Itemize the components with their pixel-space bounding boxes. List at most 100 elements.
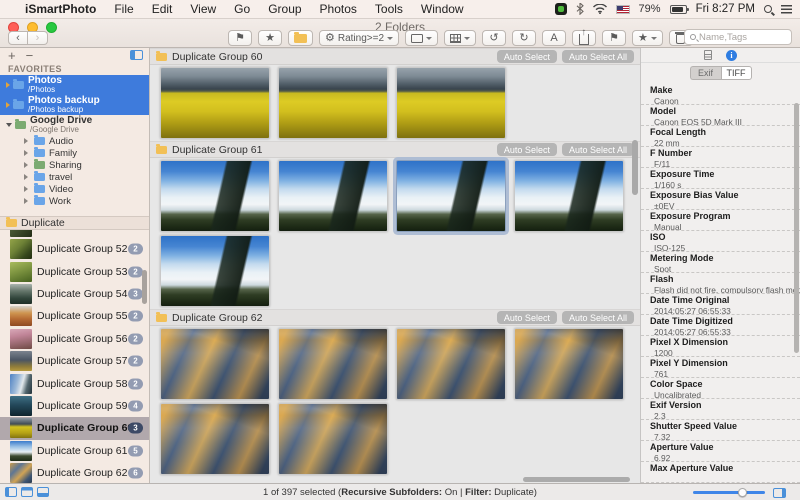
group-thumbnail (10, 463, 32, 483)
back-button[interactable]: ‹ (8, 31, 28, 45)
sidebar-item-family[interactable]: Family (0, 147, 149, 159)
photo-thumbnail[interactable] (514, 160, 624, 232)
toggle-inspector-icon[interactable] (773, 488, 786, 498)
photo-thumbnail[interactable] (396, 160, 506, 232)
document-info-icon[interactable] (704, 50, 712, 60)
duplicate-group-row[interactable]: Duplicate Group 626 (0, 462, 149, 483)
photo-thumbnail[interactable] (514, 328, 624, 400)
duplicate-group-row[interactable]: Duplicate Group 615 (0, 440, 149, 462)
disclosure-triangle-icon[interactable] (24, 138, 28, 144)
toggle-folders-panel-icon[interactable] (21, 487, 33, 497)
thumbnail-zoom-slider[interactable] (693, 491, 765, 494)
sidebar-item-video[interactable]: Video (0, 183, 149, 195)
sidebar-scrollbar[interactable] (142, 270, 147, 304)
auto-select-button[interactable]: Auto Select (497, 143, 557, 156)
share-button[interactable] (572, 30, 596, 46)
notification-center-icon[interactable] (781, 5, 792, 14)
toggle-sidebar-icon[interactable] (5, 487, 17, 497)
remove-folder-button[interactable]: − (26, 48, 34, 63)
photo-thumbnail[interactable] (160, 160, 270, 232)
disclosure-triangle-icon[interactable] (24, 186, 28, 192)
zoom-slider-knob[interactable] (738, 488, 747, 497)
duplicate-group-row[interactable]: Duplicate Group 532 (0, 260, 149, 282)
rating-filter-dropdown[interactable]: ⚙ Rating>=2 (319, 30, 399, 46)
disclosure-triangle-icon[interactable] (24, 150, 28, 156)
bluetooth-icon[interactable] (576, 3, 584, 15)
toggle-bottom-panel-icon[interactable] (37, 487, 49, 497)
menu-item-group[interactable]: Group (259, 2, 310, 16)
display-mode-dropdown[interactable] (405, 30, 438, 46)
photo-thumbnail[interactable] (160, 403, 270, 475)
duplicate-group-row[interactable]: Duplicate Group 594 (0, 395, 149, 417)
info-icon[interactable]: i (726, 50, 737, 61)
disclosure-triangle-icon[interactable] (24, 198, 28, 204)
tab-exif[interactable]: Exif (690, 66, 721, 80)
photo-thumbnail[interactable] (278, 403, 388, 475)
auto-select-all-button[interactable]: Auto Select All (562, 50, 634, 63)
inspector-scrollbar[interactable] (794, 103, 799, 353)
auto-select-all-button[interactable]: Auto Select All (562, 143, 634, 156)
flag-button[interactable]: ⚑ (228, 30, 252, 46)
menu-item-go[interactable]: Go (225, 2, 259, 16)
adjust-button[interactable]: A (542, 30, 566, 46)
app-status-icon[interactable] (555, 3, 567, 15)
photo-thumbnail[interactable] (278, 328, 388, 400)
duplicate-group-row[interactable]: Duplicate Group 543 (0, 283, 149, 305)
duplicate-section-header[interactable]: Duplicate (0, 216, 149, 230)
menu-item-view[interactable]: View (181, 2, 225, 16)
grid-view-dropdown[interactable] (444, 30, 476, 46)
wifi-icon[interactable] (593, 4, 607, 14)
main-vertical-scrollbar[interactable] (632, 140, 638, 195)
photo-thumbnail[interactable] (278, 67, 388, 139)
menu-item-ismartphoto[interactable]: iSmartPhoto (16, 2, 105, 16)
search-input[interactable] (699, 32, 786, 43)
auto-select-button[interactable]: Auto Select (497, 50, 557, 63)
disclosure-triangle-icon[interactable] (6, 123, 12, 127)
duplicate-group-row[interactable]: Duplicate Group 562 (0, 328, 149, 350)
duplicate-group-row[interactable]: Duplicate Group 552 (0, 305, 149, 327)
photo-thumbnail[interactable] (396, 67, 506, 139)
sidebar-item-audio[interactable]: Audio (0, 135, 149, 147)
menu-item-tools[interactable]: Tools (366, 2, 412, 16)
menu-item-file[interactable]: File (105, 2, 142, 16)
sidebar-item-photos-backup[interactable]: Photos backup/Photos backup (0, 95, 149, 115)
sidebar-item-google-drive[interactable]: Google Drive/Google Drive (0, 115, 149, 135)
photo-thumbnail[interactable] (278, 160, 388, 232)
search-field[interactable] (684, 29, 792, 45)
sidebar-item-work[interactable]: Work (0, 195, 149, 207)
disclosure-triangle-icon[interactable] (24, 174, 28, 180)
folder-button[interactable] (288, 30, 313, 46)
disclosure-triangle-icon[interactable] (24, 162, 28, 168)
auto-select-button[interactable]: Auto Select (497, 311, 557, 324)
columns-view-icon[interactable] (130, 50, 143, 60)
auto-select-all-button[interactable]: Auto Select All (562, 311, 634, 324)
menu-item-window[interactable]: Window (412, 2, 473, 16)
main-horizontal-scrollbar[interactable] (523, 477, 630, 482)
sidebar-item-sharing[interactable]: Sharing (0, 159, 149, 171)
duplicate-group-row[interactable]: Duplicate Group 603 (0, 417, 149, 439)
star-rating-dropdown[interactable]: ★ (632, 30, 663, 46)
photo-thumbnail[interactable] (160, 67, 270, 139)
photo-thumbnail[interactable] (396, 328, 506, 400)
tab-tiff[interactable]: TIFF (721, 66, 752, 80)
sidebar-item-travel[interactable]: travel (0, 171, 149, 183)
duplicate-group-row[interactable]: Duplicate Group 572 (0, 350, 149, 372)
forward-button[interactable]: › (28, 31, 48, 45)
star-button[interactable]: ★ (258, 30, 282, 46)
flag-button-2[interactable]: ⚑ (602, 30, 626, 46)
disclosure-triangle-icon[interactable] (6, 102, 10, 108)
menu-clock[interactable]: Fri 8:27 PM (696, 3, 755, 15)
photo-thumbnail[interactable] (160, 328, 270, 400)
menu-item-edit[interactable]: Edit (143, 2, 182, 16)
rotate-right-button[interactable]: ↻ (512, 30, 536, 46)
menu-item-photos[interactable]: Photos (311, 2, 366, 16)
input-language-flag-icon[interactable] (616, 5, 630, 14)
photo-thumbnail[interactable] (160, 235, 270, 307)
duplicate-group-row[interactable]: Duplicate Group 522 (0, 238, 149, 260)
spotlight-search-icon[interactable] (764, 5, 772, 13)
duplicate-group-row[interactable]: Duplicate Group 582 (0, 372, 149, 394)
sidebar-item-photos[interactable]: Photos/Photos (0, 75, 149, 95)
disclosure-triangle-icon[interactable] (6, 82, 10, 88)
rotate-left-button[interactable]: ↺ (482, 30, 506, 46)
add-folder-button[interactable]: + (8, 48, 16, 63)
